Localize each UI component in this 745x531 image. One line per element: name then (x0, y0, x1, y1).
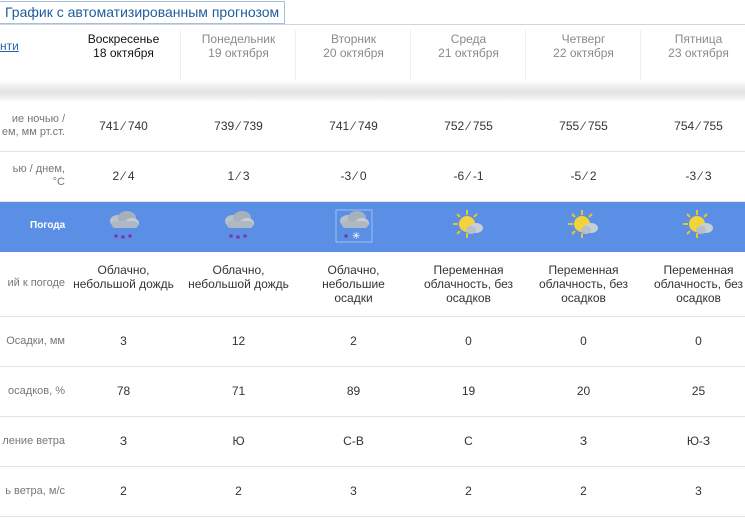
rain-cloud-icon (219, 206, 259, 246)
row-divider (0, 201, 745, 202)
day-name: Понедельник (201, 32, 276, 46)
row-label-precip_prob: осадков, % (8, 385, 65, 397)
cell-wind_speed: 2 (580, 484, 587, 498)
day-name: Пятница (674, 32, 723, 46)
cell-comment: Переменная облачность, без осадков (538, 263, 629, 305)
cell-precip_mm: 2 (350, 334, 357, 348)
row-label-wind_dir: ление ветра (2, 435, 65, 447)
cell-temperature: -6 ⁄ -1 (453, 169, 484, 183)
cell-wind_speed: 3 (350, 484, 357, 498)
day-header[interactable]: Среда 21 октября (411, 32, 526, 60)
cell-wind_speed: 2 (235, 484, 242, 498)
left-link[interactable]: нти (0, 39, 19, 53)
row-label-wind_speed: ь ветра, м/с (5, 485, 65, 497)
row-divider (0, 416, 745, 417)
cell-precip_prob: 71 (231, 384, 246, 398)
cell-precip_prob: 20 (576, 384, 591, 398)
cell-wind_dir: З (119, 434, 128, 448)
cell-temperature: -3 ⁄ 3 (685, 169, 712, 183)
cell-precip_mm: 0 (465, 334, 472, 348)
cell-precip_mm: 12 (231, 334, 246, 348)
row-divider (0, 516, 745, 517)
day-header[interactable]: Вторник 20 октября (296, 32, 411, 60)
cell-wind_dir: Ю-З (686, 434, 711, 448)
svg-text:✳: ✳ (352, 231, 360, 242)
cell-precip_mm: 3 (120, 334, 127, 348)
day-date: 23 октября (668, 46, 729, 60)
day-name: Вторник (331, 32, 376, 46)
page-title: График с автоматизированным прогнозом (0, 1, 286, 24)
day-date: 22 октября (553, 46, 614, 60)
cell-wind_dir: С (464, 434, 473, 448)
cell-wind_dir: С-В (343, 434, 364, 448)
day-name: Четверг (561, 32, 606, 46)
cell-temperature: 2 ⁄ 4 (112, 169, 135, 183)
header-shadow (0, 80, 745, 102)
day-header[interactable]: Воскресенье 18 октября (66, 32, 181, 60)
cell-precip_prob: 19 (461, 384, 476, 398)
day-date: 19 октября (208, 46, 269, 60)
sun-cloud-icon (449, 206, 489, 246)
row-divider (0, 466, 745, 467)
cell-wind_dir: Ю (232, 434, 245, 448)
sun-cloud-icon (679, 206, 719, 246)
snow-rain-cloud-icon: ✳ (334, 206, 374, 246)
cell-wind_speed: 2 (120, 484, 127, 498)
cell-precip_mm: 0 (695, 334, 702, 348)
rain-cloud-icon (104, 206, 144, 246)
day-date: 20 октября (323, 46, 384, 60)
row-label-pressure: ие ночью / ем, мм рт.ст. (1, 113, 65, 138)
sun-cloud-icon (564, 206, 604, 246)
row-divider (0, 366, 745, 367)
day-header[interactable]: Пятница 23 октября (641, 32, 745, 60)
row-label-comment: ий к погоде (7, 277, 65, 289)
row-label-temperature: ью / днем, °С (12, 163, 65, 188)
cell-comment: Облачно, небольшой дождь (73, 263, 174, 291)
cell-precip_prob: 78 (116, 384, 131, 398)
cell-precip_prob: 25 (691, 384, 706, 398)
cell-comment: Облачно, небольшие осадки (322, 263, 385, 305)
day-name: Среда (450, 32, 487, 46)
row-label-precip_mm: Осадки, мм (6, 335, 65, 347)
cell-pressure: 752 ⁄ 755 (444, 119, 493, 133)
cell-precip_prob: 89 (346, 384, 361, 398)
cell-pressure: 739 ⁄ 739 (214, 119, 263, 133)
day-date: 21 октября (438, 46, 499, 60)
row-divider (0, 151, 745, 152)
day-header[interactable]: Понедельник 19 октября (181, 32, 296, 60)
cell-comment: Облачно, небольшой дождь (188, 263, 289, 291)
cell-wind_dir: З (579, 434, 588, 448)
cell-temperature: -5 ⁄ 2 (570, 169, 597, 183)
day-date: 18 октября (93, 46, 154, 60)
cell-pressure: 755 ⁄ 755 (559, 119, 608, 133)
row-divider (0, 316, 745, 317)
day-header[interactable]: Четверг 22 октября (526, 32, 641, 60)
cell-temperature: 1 ⁄ 3 (227, 169, 250, 183)
cell-comment: Переменная облачность, без осадков (653, 263, 744, 305)
cell-wind_speed: 2 (465, 484, 472, 498)
cell-pressure: 741 ⁄ 740 (99, 119, 148, 133)
cell-wind_speed: 3 (695, 484, 702, 498)
cell-temperature: -3 ⁄ 0 (340, 169, 367, 183)
day-name: Воскресенье (87, 32, 160, 46)
cell-comment: Переменная облачность, без осадков (423, 263, 514, 305)
weather-row-label: Погода (30, 220, 66, 231)
page-header: График с автоматизированным прогнозом (0, 0, 745, 25)
cell-precip_mm: 0 (580, 334, 587, 348)
cell-pressure: 741 ⁄ 749 (329, 119, 378, 133)
cell-pressure: 754 ⁄ 755 (674, 119, 723, 133)
